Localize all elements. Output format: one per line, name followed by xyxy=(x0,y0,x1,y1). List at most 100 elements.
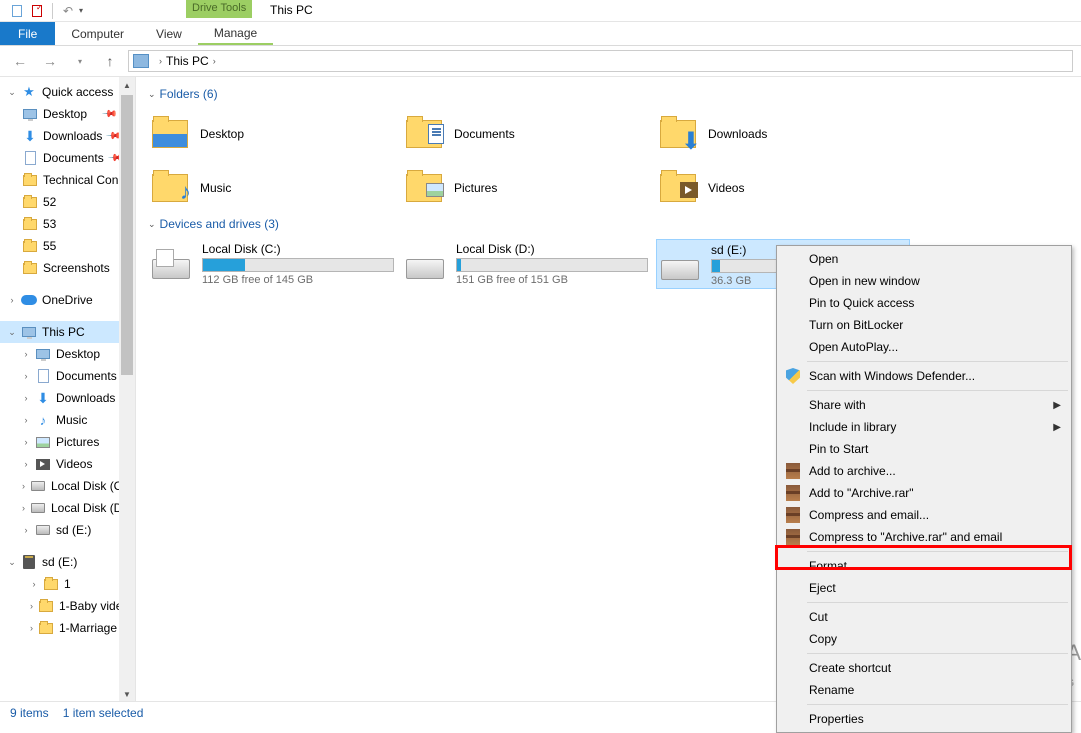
capacity-bar xyxy=(202,258,394,272)
back-button[interactable]: ← xyxy=(8,49,32,73)
drive-label: Local Disk (C:) xyxy=(202,242,398,256)
tree-label: Downloads xyxy=(43,129,102,143)
tree-this-pc[interactable]: ⌄ This PC xyxy=(0,321,119,343)
monitor-icon xyxy=(35,347,51,361)
tree-item[interactable]: ›sd (E:) xyxy=(0,519,119,541)
tree-item[interactable]: ›Documents xyxy=(0,365,119,387)
archive-icon xyxy=(784,462,802,480)
chevron-right-icon: ▶ xyxy=(1053,422,1061,433)
menu-item[interactable]: Pin to Quick access xyxy=(779,292,1069,314)
folder-icon xyxy=(43,577,59,591)
customize-qat-icon[interactable]: ▾ xyxy=(79,6,83,15)
tree-item[interactable]: ›Pictures xyxy=(0,431,119,453)
folder-item[interactable]: Documents xyxy=(402,109,656,159)
drive-free-text: 112 GB free of 145 GB xyxy=(202,274,398,286)
tree-item[interactable]: Documents📌 xyxy=(0,147,119,169)
menu-item[interactable]: Open in new window xyxy=(779,270,1069,292)
tree-item[interactable]: ⬇Downloads📌 xyxy=(0,125,119,147)
breadcrumb-segment[interactable]: This PC xyxy=(166,54,209,68)
tree-quick-access[interactable]: ⌄ ★ Quick access xyxy=(0,81,119,103)
menu-item[interactable]: Include in library▶ xyxy=(779,416,1069,438)
tree-item[interactable]: ›Local Disk (C:) xyxy=(0,475,119,497)
tree-item[interactable]: ›1-Baby video xyxy=(0,595,119,617)
new-folder-icon[interactable]: ✓ xyxy=(28,2,46,20)
group-header-drives[interactable]: ⌄ Devices and drives (3) xyxy=(148,217,1081,231)
recent-locations-icon[interactable]: ▾ xyxy=(68,49,92,73)
tree-sd-root[interactable]: ⌄ sd (E:) xyxy=(0,551,119,573)
chevron-right-icon[interactable]: › xyxy=(209,56,220,66)
title-bar: ✓ ↶ ▾ Drive Tools This PC xyxy=(0,0,1081,22)
properties-icon[interactable] xyxy=(8,2,26,20)
separator xyxy=(52,3,53,19)
archive-icon xyxy=(784,528,802,546)
tree-onedrive[interactable]: › OneDrive xyxy=(0,289,119,311)
tree-label: sd (E:) xyxy=(42,555,77,569)
tree-item[interactable]: 55 xyxy=(0,235,119,257)
tree-item[interactable]: Technical Con📌 xyxy=(0,169,119,191)
scroll-down-icon[interactable]: ▼ xyxy=(119,686,135,702)
disk-icon xyxy=(30,479,46,493)
menu-item[interactable]: Properties xyxy=(779,708,1069,730)
tab-manage[interactable]: Manage xyxy=(198,22,273,45)
tree-item[interactable]: 52 xyxy=(0,191,119,213)
menu-item[interactable]: Share with▶ xyxy=(779,394,1069,416)
tree-item[interactable]: ›1-Marriage vide xyxy=(0,617,119,639)
monitor-icon xyxy=(21,325,37,339)
menu-item[interactable]: Open xyxy=(779,248,1069,270)
menu-item[interactable]: Format... xyxy=(779,555,1069,577)
drive-icon xyxy=(661,248,701,284)
menu-item[interactable]: Compress and email... xyxy=(779,504,1069,526)
menu-item[interactable]: Turn on BitLocker xyxy=(779,314,1069,336)
menu-separator xyxy=(807,390,1068,391)
up-button[interactable]: ↑ xyxy=(98,49,122,73)
folder-item[interactable]: Videos xyxy=(656,163,910,213)
navigation-pane: ⌄ ★ Quick access Desktop📌⬇Downloads📌Docu… xyxy=(0,77,136,702)
tree-item[interactable]: ›Videos xyxy=(0,453,119,475)
drive-item[interactable]: Local Disk (D:)151 GB free of 151 GB xyxy=(402,239,656,289)
undo-icon[interactable]: ↶ xyxy=(59,2,77,20)
group-header-folders[interactable]: ⌄ Folders (6) xyxy=(148,87,1081,101)
menu-item[interactable]: Pin to Start xyxy=(779,438,1069,460)
scroll-thumb[interactable] xyxy=(121,95,133,375)
tree-scrollbar[interactable]: ▲ ▼ xyxy=(119,77,135,702)
folder-item[interactable]: Pictures xyxy=(402,163,656,213)
folder-icon xyxy=(404,116,444,152)
menu-item[interactable]: Compress to "Archive.rar" and email xyxy=(779,526,1069,548)
menu-item[interactable]: Copy xyxy=(779,628,1069,650)
forward-button[interactable]: → xyxy=(38,49,62,73)
tree-label: Desktop xyxy=(56,347,100,361)
menu-label: Scan with Windows Defender... xyxy=(809,369,975,383)
dl-icon: ⬇ xyxy=(22,129,38,143)
menu-item[interactable]: Add to "Archive.rar" xyxy=(779,482,1069,504)
drive-item[interactable]: Local Disk (C:) 112 GB free of 145 GB xyxy=(148,239,402,289)
address-bar[interactable]: › This PC › xyxy=(128,50,1073,72)
menu-separator xyxy=(807,361,1068,362)
tree-item[interactable]: Desktop📌 xyxy=(0,103,119,125)
folder-item[interactable]: ♪Music xyxy=(148,163,402,213)
folder-icon xyxy=(22,173,38,187)
menu-item[interactable]: Rename xyxy=(779,679,1069,701)
tree-item[interactable]: 53 xyxy=(0,213,119,235)
folder-icon xyxy=(658,170,698,206)
menu-item[interactable]: Eject xyxy=(779,577,1069,599)
scroll-up-icon[interactable]: ▲ xyxy=(119,77,135,93)
tree-item[interactable]: ›⬇Downloads xyxy=(0,387,119,409)
tree-item[interactable]: ›Desktop xyxy=(0,343,119,365)
folder-item[interactable]: ⬇Downloads xyxy=(656,109,910,159)
menu-label: Copy xyxy=(809,632,837,646)
tab-file[interactable]: File xyxy=(0,22,55,45)
monitor-icon xyxy=(22,107,38,121)
menu-item[interactable]: Cut xyxy=(779,606,1069,628)
folder-item[interactable]: Desktop xyxy=(148,109,402,159)
tree-item[interactable]: ›1 xyxy=(0,573,119,595)
tab-view[interactable]: View xyxy=(140,22,198,45)
menu-item[interactable]: Create shortcut xyxy=(779,657,1069,679)
menu-item[interactable]: Add to archive... xyxy=(779,460,1069,482)
menu-item[interactable]: Scan with Windows Defender... xyxy=(779,365,1069,387)
tree-item[interactable]: Screenshots xyxy=(0,257,119,279)
menu-item[interactable]: Open AutoPlay... xyxy=(779,336,1069,358)
tree-item[interactable]: ›Local Disk (D:) xyxy=(0,497,119,519)
tree-item[interactable]: ›♪Music xyxy=(0,409,119,431)
tab-computer[interactable]: Computer xyxy=(55,22,140,45)
chevron-right-icon[interactable]: › xyxy=(155,56,166,66)
